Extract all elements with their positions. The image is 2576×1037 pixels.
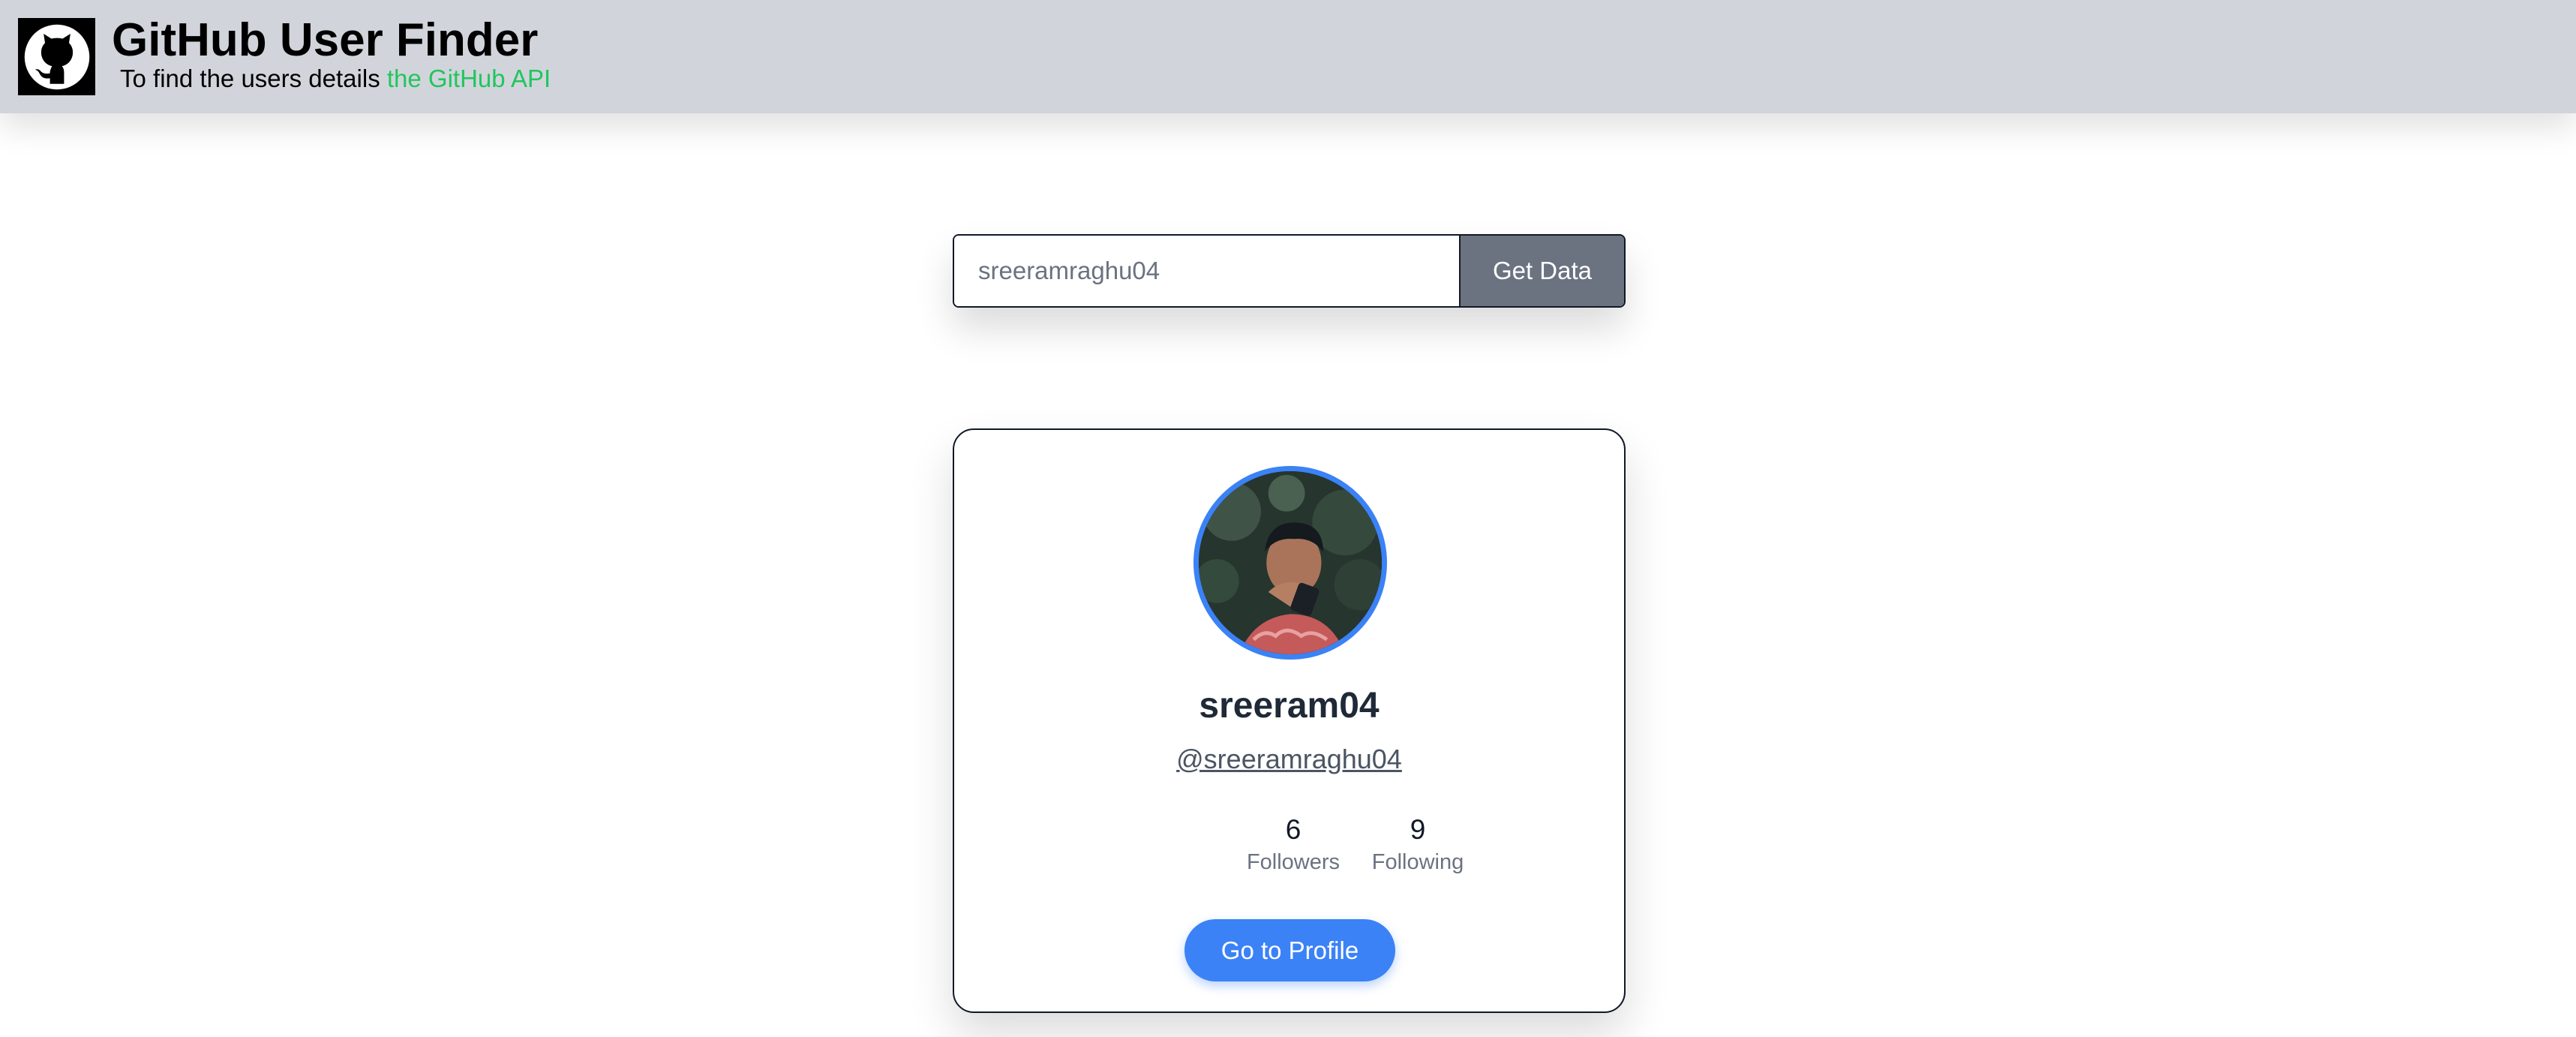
github-logo-icon <box>18 18 95 95</box>
avatar <box>1193 466 1387 660</box>
following-stat: 9 Following <box>1350 813 1485 877</box>
following-count: 9 <box>1410 814 1426 845</box>
app-title: GitHub User Finder <box>112 14 539 66</box>
search-bar: Get Data <box>953 234 1626 308</box>
app-subtitle: To find the users details the GitHub API <box>120 63 551 95</box>
github-octocat-icon <box>24 24 89 89</box>
followers-count: 6 <box>1285 814 1302 845</box>
get-data-button[interactable]: Get Data <box>1459 236 1624 306</box>
profile-name: sreeram04 <box>1199 686 1380 726</box>
subtitle-text: To find the users details <box>120 65 387 92</box>
followers-label: Followers <box>1246 850 1341 874</box>
following-label: Following <box>1371 850 1464 874</box>
github-api-link[interactable]: the GitHub API <box>387 65 551 92</box>
go-to-profile-button[interactable]: Go to Profile <box>1184 919 1395 981</box>
user-avatar-photo <box>1199 471 1382 654</box>
app-header: GitHub User Finder To find the users det… <box>0 0 2576 113</box>
followers-stat: 6 Followers <box>1226 813 1361 877</box>
profile-handle: @sreeramraghu04 <box>954 742 1624 777</box>
profile-handle-link[interactable]: @sreeramraghu04 <box>1176 744 1402 774</box>
profile-card: sreeram04 @sreeramraghu04 6 Followers 9 … <box>953 428 1626 1013</box>
username-search-input[interactable] <box>954 236 1459 306</box>
